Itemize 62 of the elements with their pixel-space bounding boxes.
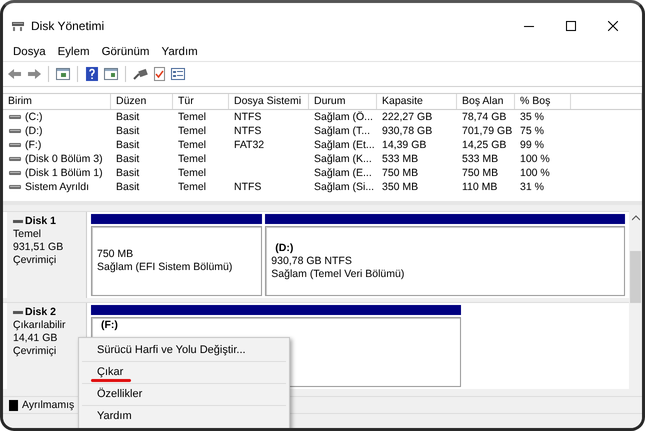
table-cell: (Disk 1 Bölüm 1) <box>25 167 103 179</box>
table-cell-text: Temel <box>177 153 208 165</box>
disk-info: 931,51 GB <box>13 241 64 254</box>
table-cell-text: Temel <box>177 139 208 151</box>
partition-title: (F:) <box>100 319 119 332</box>
partition-info: Sağlam (Temel Veri Bölümü) <box>271 268 406 280</box>
table-cell-text: 110 MB <box>461 181 498 193</box>
table-cell-text: 100 % <box>519 153 551 165</box>
table-cell-text: NTFS <box>233 125 262 137</box>
table-cell-text: 222,27 GB <box>381 111 434 123</box>
disk-info: Temel <box>13 228 42 241</box>
table-cell-text: Temel <box>177 181 208 193</box>
table-cell-text: NTFS <box>233 181 262 193</box>
table-cell-text: 533 MB <box>461 153 500 165</box>
partition-info: 930,78 GB NTFS <box>271 254 353 268</box>
table-cell-text: Basit <box>115 153 140 165</box>
table-cell-text: 75 % <box>519 125 545 137</box>
disk-info: Çevrimiçi <box>13 345 58 358</box>
table-cell: (C:) <box>25 111 42 123</box>
table-cell-text: 350 MB <box>381 181 420 193</box>
table-cell-text: Basit <box>115 111 140 123</box>
table-cell-text: 750 MB <box>461 167 500 179</box>
disk-name: Disk 2 <box>25 306 56 319</box>
table-cell-text: FAT32 <box>233 139 266 151</box>
table-cell-text: Basit <box>115 125 140 137</box>
disk-info: Çevrimiçi <box>13 254 58 267</box>
table-cell-text: 99 % <box>519 139 545 151</box>
table-cell-text: 930,78 GB <box>381 125 434 137</box>
table-cell-text: 100 % <box>519 167 551 179</box>
table-cell-text: NTFS <box>233 111 262 123</box>
table-cell: (F:) <box>25 139 42 151</box>
disk-info: Çıkarılabilir <box>13 319 67 332</box>
table-cell: Sistem Ayrıldı <box>25 181 89 193</box>
partition-info: Sağlam (EFI Sistem Bölümü) <box>97 261 234 274</box>
legend-label: Ayrılmamış <box>22 399 74 411</box>
table-cell-text: 701,79 GB <box>461 125 514 137</box>
table-cell-text: 533 MB <box>381 153 420 165</box>
table-cell-text: Sağlam (K... <box>313 153 373 165</box>
table-cell: (Disk 0 Bölüm 3) <box>25 153 103 165</box>
table-cell-text: Basit <box>115 167 140 179</box>
table-cell-text: Temel <box>177 111 208 123</box>
table-cell-text: Basit <box>115 139 140 151</box>
table-cell-text: Sağlam (Si... <box>313 181 376 193</box>
table-cell-text: Sağlam (Ö... <box>313 111 374 123</box>
table-cell: (D:) <box>25 125 42 137</box>
table-cell-text: Basit <box>115 181 140 193</box>
disk-name: Disk 1 <box>25 215 56 228</box>
table-cell-text: Temel <box>177 125 208 137</box>
table-cell-text: Temel <box>177 167 208 179</box>
partition-info: 750 MB <box>97 248 134 261</box>
table-cell-text: Sağlam (Et... <box>313 139 376 151</box>
table-cell-text: Sağlam (T... <box>313 125 372 137</box>
window-title: Disk Yönetimi <box>31 19 104 33</box>
table-cell-text: Sağlam (E... <box>313 167 373 179</box>
table-cell-text: 14,39 GB <box>381 139 428 151</box>
table-cell-text: 78,74 GB <box>461 111 508 123</box>
table-cell-text: 14,25 GB <box>461 139 508 151</box>
table-cell-text: 31 % <box>519 181 545 193</box>
table-cell-text: 35 % <box>519 111 545 123</box>
partition-title: (D:) <box>274 242 294 254</box>
disk-info: 14,41 GB <box>13 332 58 345</box>
table-cell-text: 750 MB <box>381 167 420 179</box>
